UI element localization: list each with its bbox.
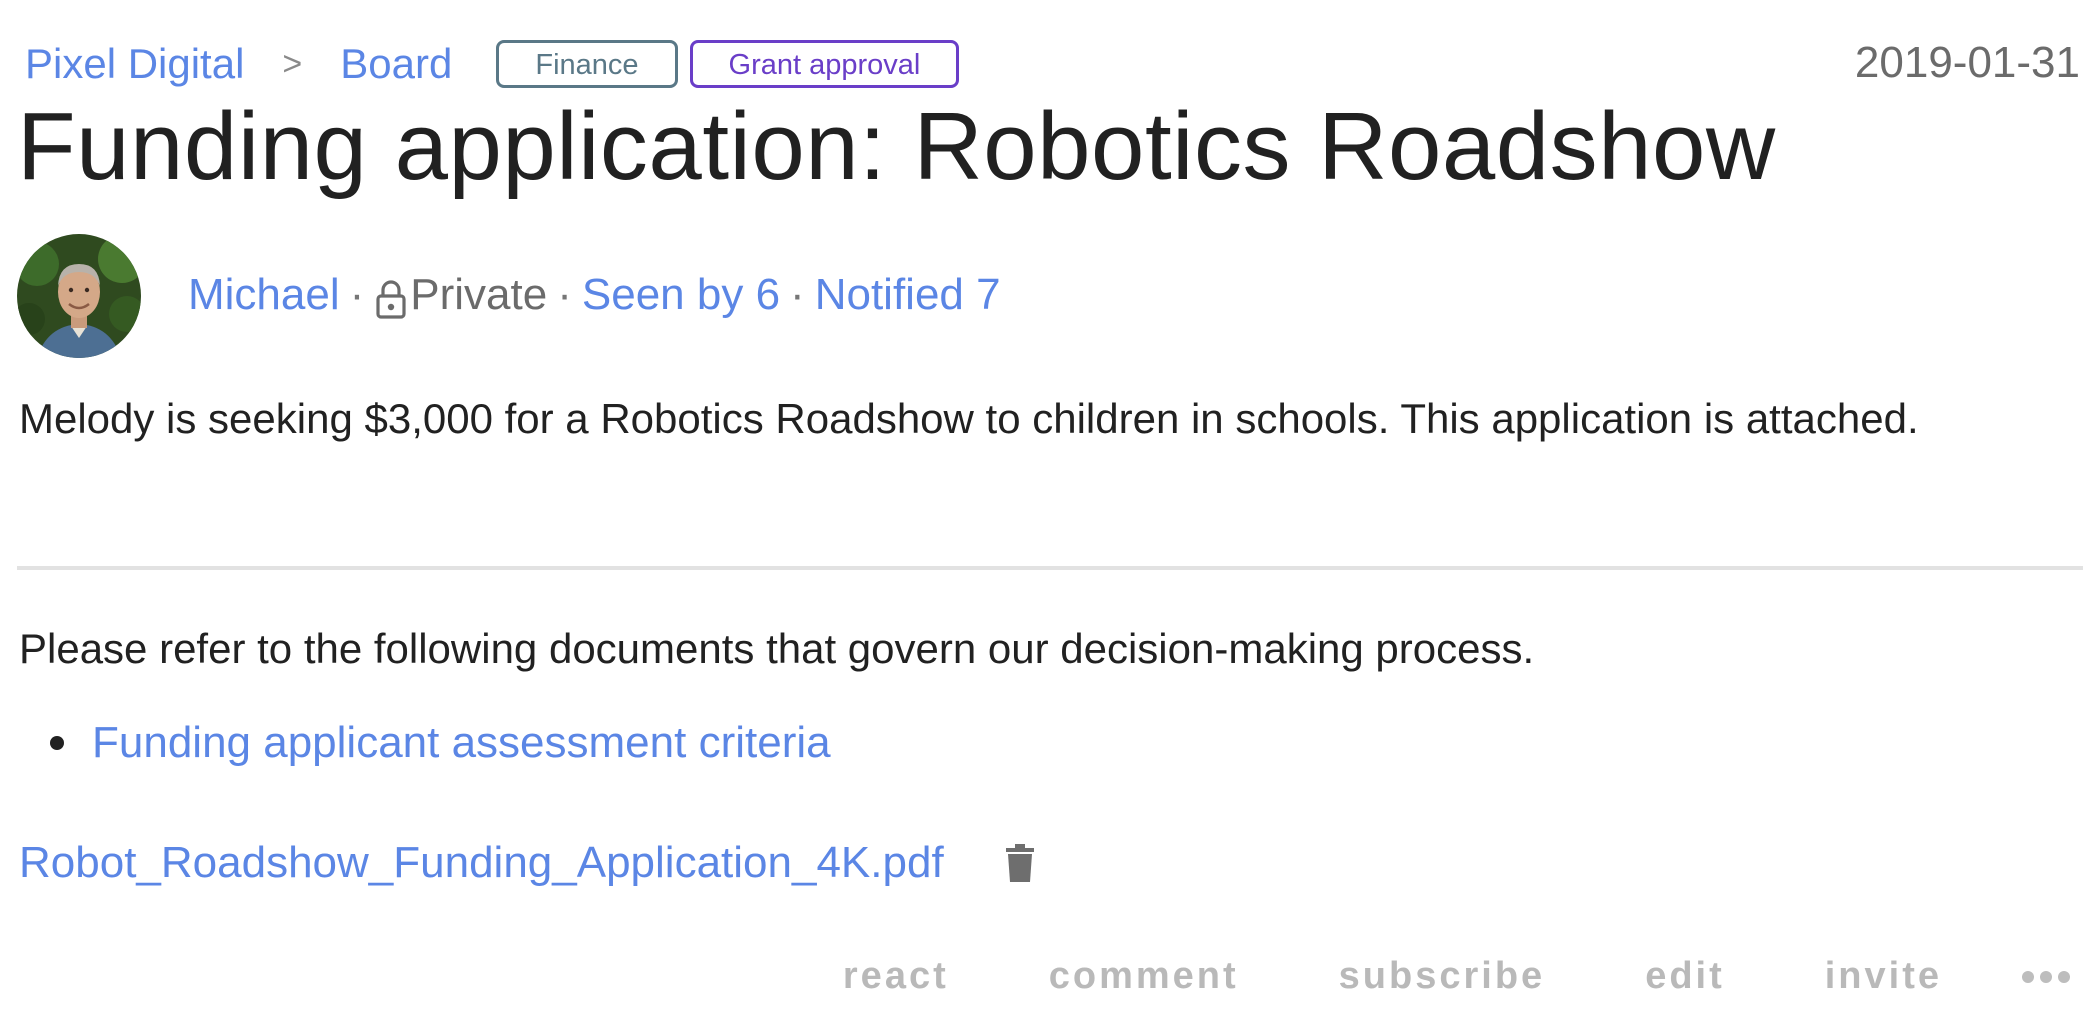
author-link[interactable]: Michael <box>188 270 340 320</box>
notified-link[interactable]: Notified 7 <box>815 270 1001 320</box>
meta-separator: · <box>349 270 365 319</box>
comment-button[interactable]: comment <box>1049 955 1239 998</box>
breadcrumb: Pixel Digital > Board Finance Grant appr… <box>25 36 960 92</box>
refer-text: Please refer to the following documents … <box>19 625 1535 672</box>
document-link[interactable]: Funding applicant assessment criteria <box>92 718 831 768</box>
tag-finance[interactable]: Finance <box>496 40 678 88</box>
react-button[interactable]: react <box>843 955 949 998</box>
post-title: Funding application: Robotics Roadshow <box>17 93 1776 200</box>
breadcrumb-org-link[interactable]: Pixel Digital <box>25 40 244 88</box>
breadcrumb-separator: > <box>282 44 303 83</box>
seen-by-link[interactable]: Seen by 6 <box>582 270 780 320</box>
post-date: 2019-01-31 <box>1854 38 2080 87</box>
subscribe-button[interactable]: subscribe <box>1339 955 1546 998</box>
document-list: Funding applicant assessment criteria <box>50 718 831 768</box>
post-body: Melody is seeking $3,000 for a Robotics … <box>19 395 1919 442</box>
breadcrumb-section-link[interactable]: Board <box>340 40 452 88</box>
attachment-link[interactable]: Robot_Roadshow_Funding_Application_4K.pd… <box>19 838 944 888</box>
meta-separator: · <box>557 270 572 319</box>
meta-separator: · <box>790 270 805 319</box>
bullet <box>50 736 64 750</box>
trash-icon[interactable] <box>1004 843 1036 883</box>
lock-icon <box>374 278 408 320</box>
invite-button[interactable]: invite <box>1825 955 1942 998</box>
action-bar: react comment subscribe edit invite <box>843 955 2070 998</box>
attachment: Robot_Roadshow_Funding_Application_4K.pd… <box>19 838 1036 888</box>
list-item: Funding applicant assessment criteria <box>50 718 831 768</box>
post-page: Pixel Digital > Board Finance Grant appr… <box>0 0 2100 1024</box>
edit-button[interactable]: edit <box>1645 955 1725 998</box>
visibility-label: Private <box>410 270 548 319</box>
divider <box>17 566 2083 570</box>
avatar[interactable] <box>17 234 141 358</box>
tag-grant-approval[interactable]: Grant approval <box>689 40 960 88</box>
post-meta: Michael · Private · Seen by 6 · Notified… <box>188 266 1001 324</box>
more-icon[interactable] <box>2022 970 2070 983</box>
